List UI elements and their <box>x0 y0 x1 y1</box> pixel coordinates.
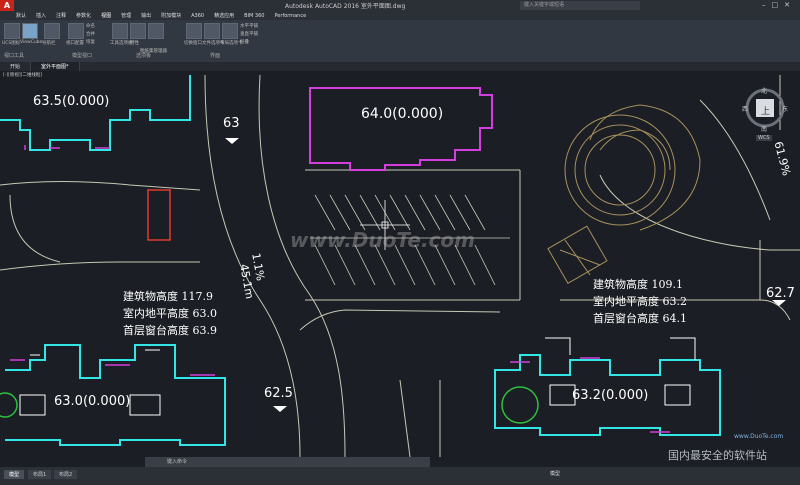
tile-vertical-link[interactable]: 垂直平铺 <box>240 31 258 37</box>
join-viewport-link[interactable]: 合并 <box>86 31 95 37</box>
right-info-line: 建筑物高度 109.1 <box>593 278 683 291</box>
tab-addins[interactable]: 附加模块 <box>161 12 181 19</box>
named-viewport-link[interactable]: 命名 <box>86 23 95 29</box>
spot-label-63: 63 <box>223 116 240 131</box>
right-info-line: 首层窗台高度 64.1 <box>593 312 687 325</box>
left-info-block: 建筑物高度 117.9 室内地平高度 63.0 首层窗台高度 63.9 <box>123 288 217 339</box>
status-bar: 模型 布局1 布局2 模型 <box>0 467 800 485</box>
properties-label: 特性 <box>130 41 139 46</box>
elev-label-3: 63.0(0.000) <box>54 394 131 409</box>
right-info-line: 室内地平高度 63.2 <box>593 295 687 308</box>
viewcube-north[interactable]: 北 <box>761 86 767 95</box>
viewcube-south[interactable]: 南 <box>761 124 767 133</box>
tab-featured[interactable]: 精选应用 <box>214 12 234 19</box>
site-watermark-text: 国内最安全的软件站 <box>668 449 767 462</box>
document-tabs: 开始 室外平面图* <box>0 62 800 71</box>
right-info-block: 建筑物高度 109.1 室内地平高度 63.2 首层窗台高度 64.1 <box>593 276 687 327</box>
panel-interface: 界面 <box>210 53 221 59</box>
ribbon-panel: UCS图标 ViewCube 导航栏 视口配置 命名 合并 恢复 工具选项板 特… <box>0 20 800 63</box>
window-title: Autodesk AutoCAD 2016 室外平面图.dwg <box>285 3 406 10</box>
layout-tabs-button[interactable] <box>222 23 238 39</box>
elev-label-4: 63.2(0.000) <box>572 388 649 403</box>
command-input[interactable]: 键入命令 <box>145 457 430 467</box>
sheetset-button[interactable] <box>148 23 164 39</box>
tab-parametric[interactable]: 参数化 <box>76 12 91 19</box>
viewport-config-button[interactable] <box>68 23 84 39</box>
viewcube-wcs[interactable]: WCS <box>756 135 772 141</box>
tab-a360[interactable]: A360 <box>191 13 204 19</box>
search-input[interactable]: 键入关键字或短语 <box>520 1 640 10</box>
tab-start[interactable]: 开始 <box>0 62 32 71</box>
ribbon-tabs: 默认 插入 注释 参数化 视图 管理 输出 附加模块 A360 精选应用 BIM… <box>0 11 800 20</box>
elev-label-1: 63.5(0.000) <box>33 94 110 109</box>
autocad-logo-icon[interactable]: A <box>0 0 14 11</box>
viewcube-button[interactable] <box>22 23 38 39</box>
viewcube-label: ViewCube <box>20 40 43 45</box>
ucs-label: UCS图标 <box>2 41 21 46</box>
tab-bim360[interactable]: BIM 360 <box>244 13 264 19</box>
restore-viewport-link[interactable]: 恢复 <box>86 39 95 45</box>
properties-button[interactable] <box>130 23 146 39</box>
cascade-link[interactable]: 层叠 <box>240 39 249 45</box>
viewcube-west[interactable]: 西 <box>742 104 748 113</box>
tab-layout2[interactable]: 布局2 <box>54 470 78 479</box>
left-info-line: 建筑物高度 117.9 <box>123 290 213 303</box>
tab-model[interactable]: 模型 <box>4 470 25 479</box>
tab-annotate[interactable]: 注释 <box>56 12 66 19</box>
viewport-label[interactable]: [-][俯视][二维线框] <box>3 72 42 78</box>
tab-performance[interactable]: Performance <box>274 13 306 19</box>
tab-manage[interactable]: 管理 <box>121 12 131 19</box>
tab-view[interactable]: 视图 <box>101 12 111 19</box>
left-info-line: 室内地平高度 63.0 <box>123 307 217 320</box>
tab-output[interactable]: 输出 <box>141 12 151 19</box>
ucs-icon-button[interactable] <box>4 23 20 39</box>
tab-default[interactable]: 默认 <box>16 12 26 19</box>
navbar-label: 导航栏 <box>42 41 56 46</box>
switch-windows-label: 切换窗口 <box>184 41 202 46</box>
tab-insert[interactable]: 插入 <box>36 12 46 19</box>
tab-drawing[interactable]: 室外平面图* <box>31 62 80 71</box>
site-watermark-url: www.DuoTe.com <box>734 433 784 440</box>
viewport-config-label: 视口配置 <box>66 41 84 46</box>
switch-windows-button[interactable] <box>186 23 202 39</box>
spot-label-62-7: 62.7 <box>766 286 795 301</box>
status-mode[interactable]: 模型 <box>550 470 560 477</box>
viewcube-center[interactable]: 上 <box>761 104 770 117</box>
tile-horizontal-link[interactable]: 水平平铺 <box>240 23 258 29</box>
viewcube[interactable]: 北 西 东 南 上 WCS <box>742 86 788 146</box>
spot-label-62-5: 62.5 <box>264 386 293 401</box>
left-info-line: 首层窗台高度 63.9 <box>123 324 217 337</box>
panel-viewport-tools: 视口工具 <box>4 53 25 59</box>
title-bar: A Autodesk AutoCAD 2016 室外平面图.dwg 键入关键字或… <box>0 0 800 11</box>
window-controls[interactable]: –□✕ <box>762 1 796 9</box>
panel-model-viewports: 模型视口 <box>72 53 93 59</box>
panel-palettes: 选项板 <box>136 53 152 59</box>
elev-label-2: 64.0(0.000) <box>361 106 444 122</box>
file-tabs-button[interactable] <box>204 23 220 39</box>
tool-palettes-button[interactable] <box>112 23 128 39</box>
navbar-button[interactable] <box>44 23 60 39</box>
drawing-watermark: www.DuoTe.com <box>290 228 475 252</box>
tab-layout1[interactable]: 布局1 <box>28 470 52 479</box>
viewcube-east[interactable]: 东 <box>782 104 788 113</box>
